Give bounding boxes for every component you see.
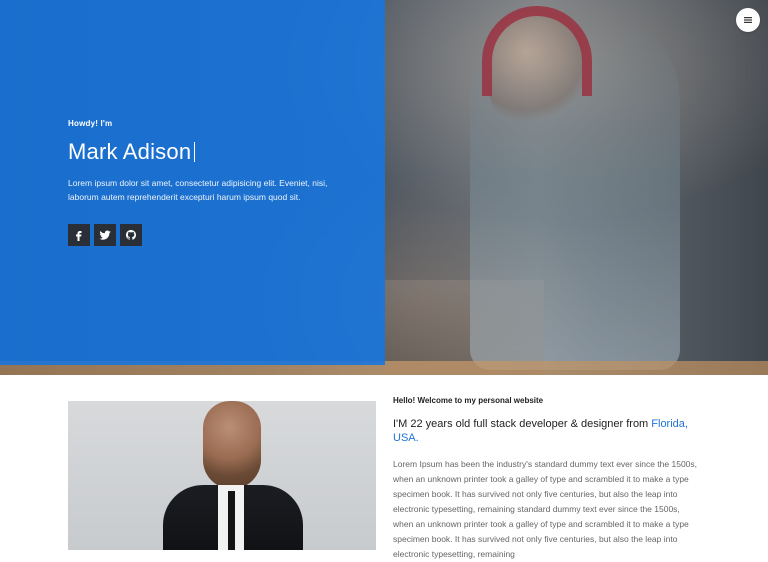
about-body-text: Lorem Ipsum has been the industry's stan… bbox=[393, 459, 698, 559]
hero-section: Howdy! I'm Mark Adison Lorem ipsum dolor… bbox=[0, 0, 768, 375]
facebook-icon bbox=[76, 231, 82, 241]
about-headline: I'M 22 years old full stack developer & … bbox=[393, 417, 698, 445]
hero-content: Howdy! I'm Mark Adison Lorem ipsum dolor… bbox=[68, 0, 368, 365]
hero-name: Mark Adison bbox=[68, 139, 196, 165]
hero-name-text: Mark Adison bbox=[68, 139, 192, 164]
github-icon bbox=[125, 229, 136, 240]
github-button[interactable] bbox=[120, 224, 142, 246]
hero-greeting: Howdy! I'm bbox=[68, 119, 113, 128]
twitter-icon bbox=[99, 230, 111, 240]
about-man-head bbox=[203, 401, 261, 489]
about-text: Hello! Welcome to my personal website I'… bbox=[393, 396, 698, 562]
about-welcome: Hello! Welcome to my personal website bbox=[393, 396, 544, 405]
hero-intro: Lorem ipsum dolor sit amet, consectetur … bbox=[68, 178, 328, 202]
menu-icon bbox=[744, 17, 752, 23]
twitter-button[interactable] bbox=[94, 224, 116, 246]
typing-cursor bbox=[194, 142, 196, 162]
menu-button[interactable] bbox=[736, 8, 760, 32]
social-links bbox=[68, 224, 142, 246]
about-photo bbox=[68, 401, 376, 550]
about-man-tie bbox=[228, 491, 235, 550]
about-headline-prefix: I'M 22 years old full stack developer & … bbox=[393, 418, 649, 430]
facebook-button[interactable] bbox=[68, 224, 90, 246]
